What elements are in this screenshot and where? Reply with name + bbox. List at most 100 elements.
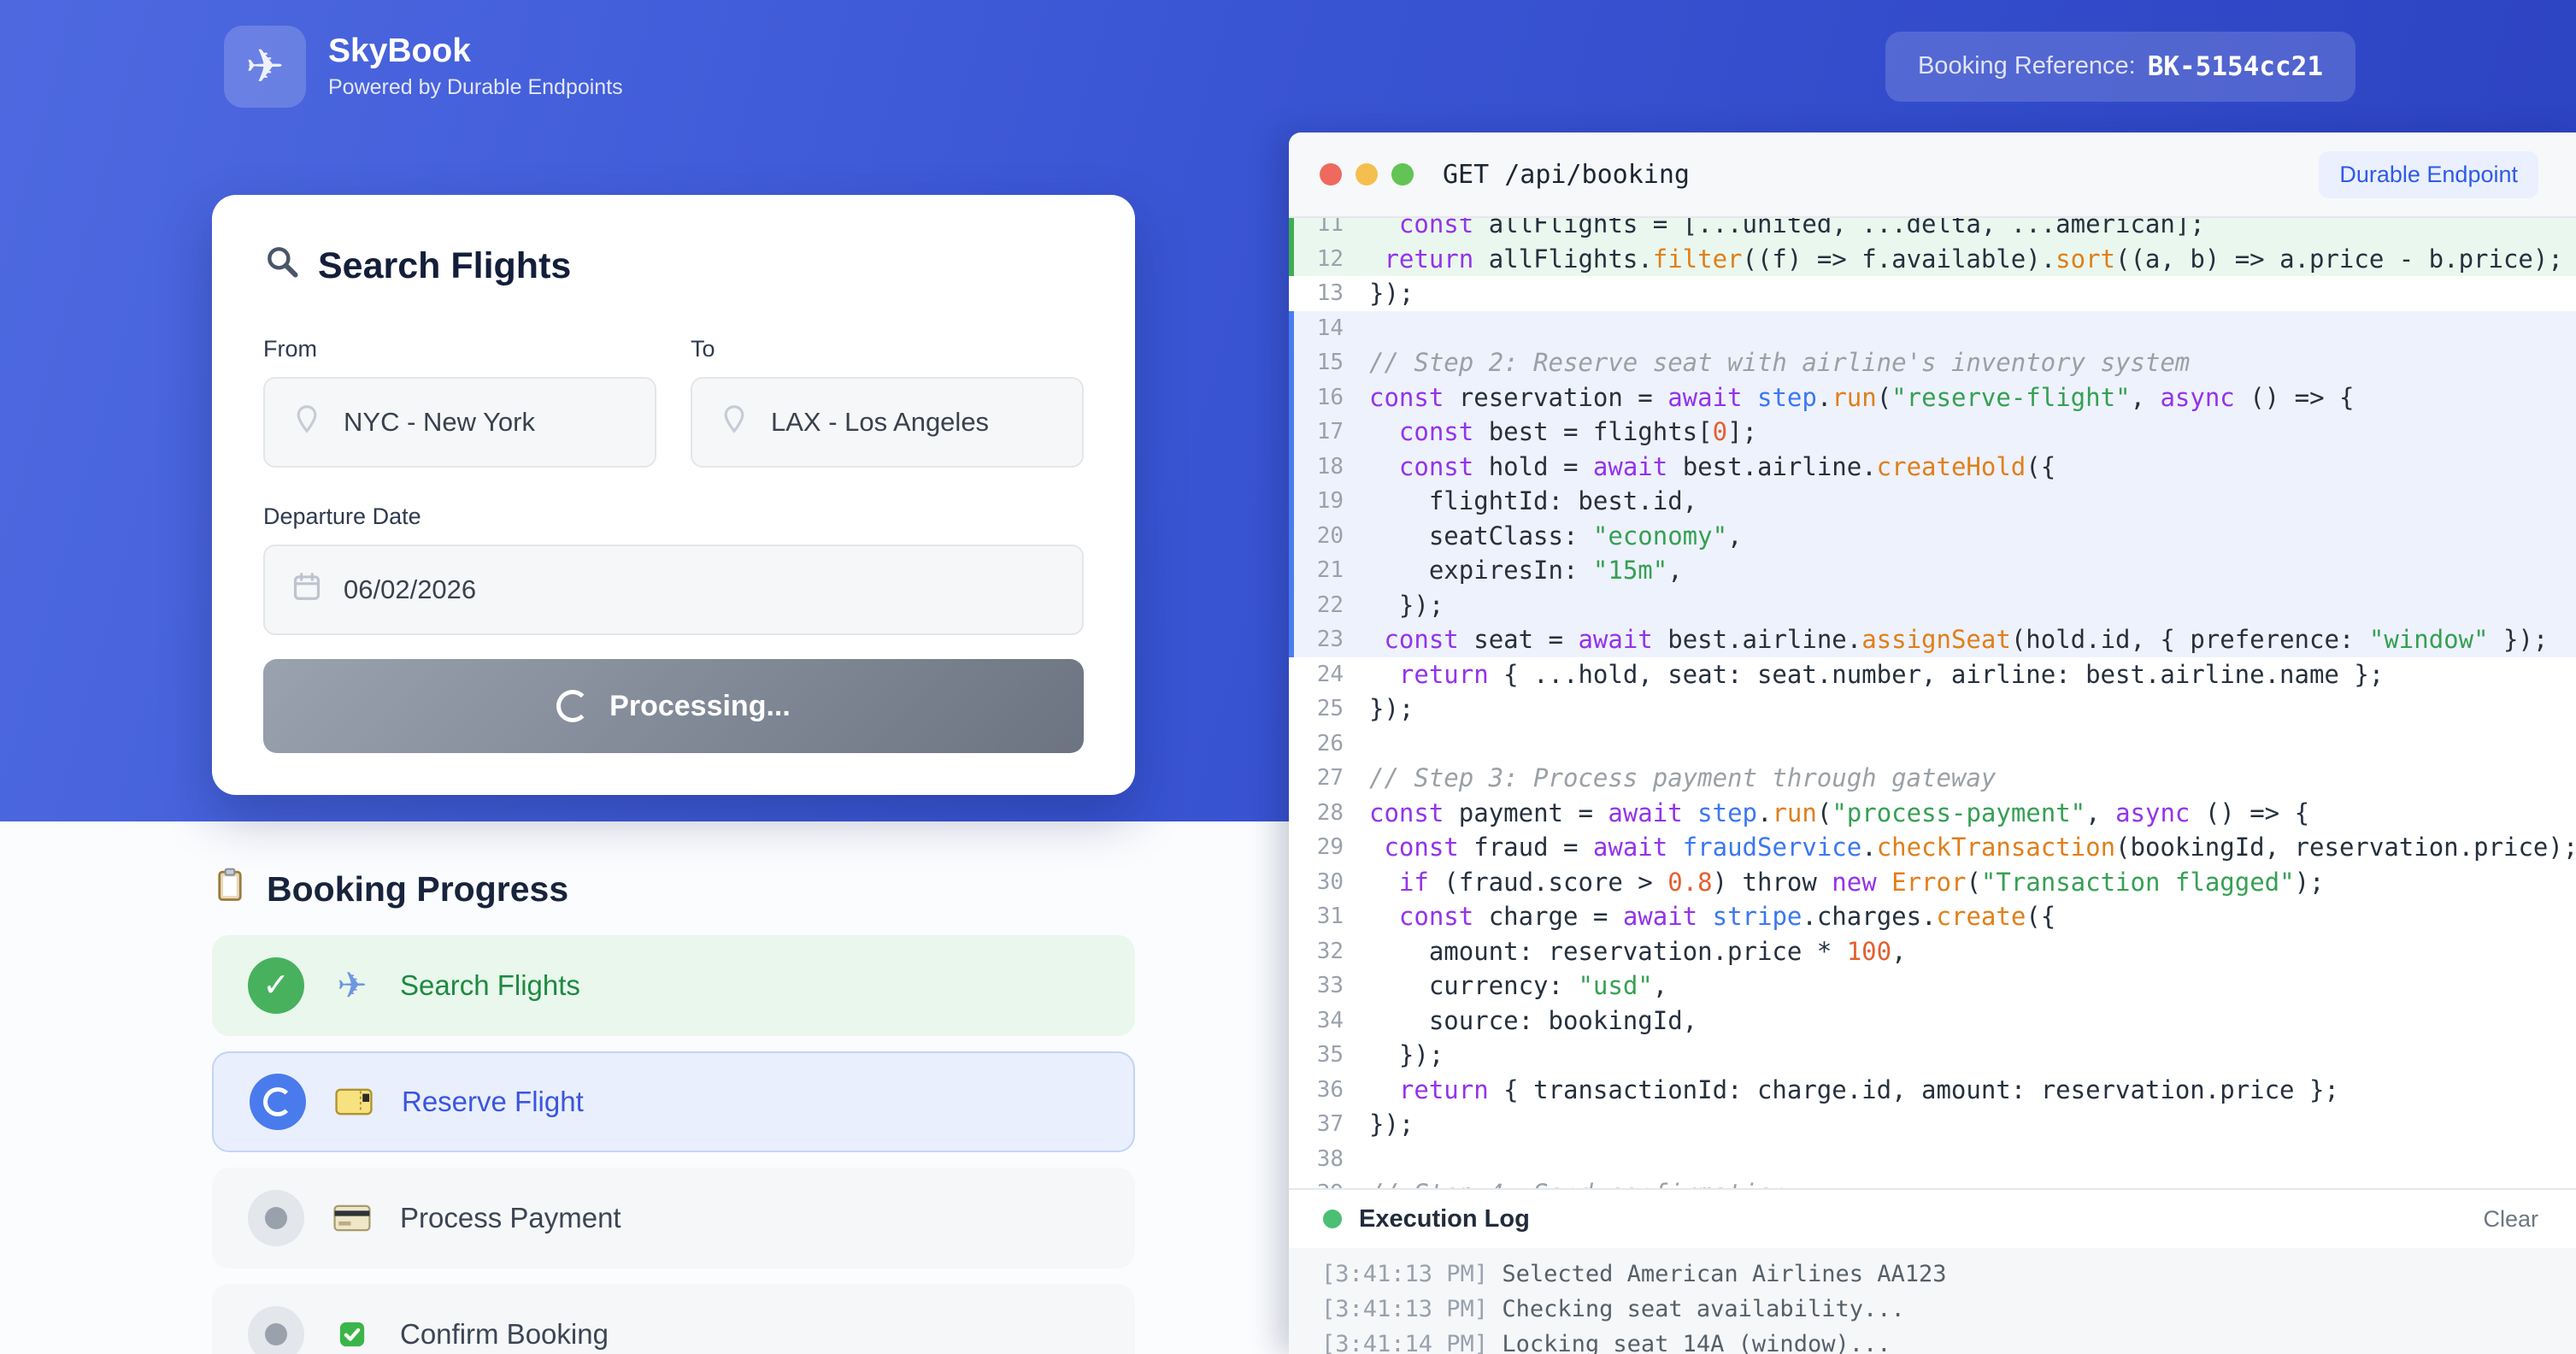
code-line-23: 23 const seat = await best.airline.assig…: [1289, 622, 2576, 657]
location-pin-icon: [718, 403, 750, 442]
departure-date-input[interactable]: 06/02/2026: [263, 545, 1084, 635]
credit-card-icon: [333, 1204, 371, 1233]
progress-step-process-payment[interactable]: Process Payment: [212, 1168, 1135, 1269]
code-line-14: 14: [1289, 311, 2576, 346]
from-label: From: [263, 336, 656, 362]
step-status-done-icon: ✓: [248, 957, 304, 1014]
code-line-28: 28const payment = await step.run("proces…: [1289, 796, 2576, 831]
app-header: ✈ SkyBook Powered by Durable Endpoints B…: [0, 0, 2576, 132]
code-text: const allFlights = [...united, ...delta,…: [1359, 218, 2205, 238]
departure-date-label: Departure Date: [263, 503, 1084, 530]
booking-reference-badge: Booking Reference: BK-5154cc21: [1885, 32, 2355, 102]
line-number: 15: [1289, 350, 1359, 375]
code-line-11: 11 const allFlights = [...united, ...del…: [1289, 218, 2576, 242]
line-number: 13: [1289, 280, 1359, 306]
to-label: To: [691, 336, 1084, 362]
code-viewport[interactable]: 11 const allFlights = [...united, ...del…: [1289, 218, 2576, 1188]
progress-steps-list: ✓ ✈ Search Flights Reserve Flight Process Pa…: [212, 935, 1135, 1354]
code-text: });: [1359, 694, 1414, 723]
line-number: 34: [1289, 1008, 1359, 1033]
code-line-25: 25});: [1289, 692, 2576, 727]
editor-header: GET /api/booking Durable Endpoint: [1289, 132, 2576, 218]
code-line-36: 36 return { transactionId: charge.id, am…: [1289, 1073, 2576, 1108]
code-line-37: 37});: [1289, 1107, 2576, 1142]
departure-date-value: 06/02/2026: [344, 574, 476, 605]
code-line-38: 38: [1289, 1142, 2576, 1177]
code-line-31: 31 const charge = await stripe.charges.c…: [1289, 899, 2576, 934]
line-number: 17: [1289, 419, 1359, 444]
code-line-19: 19 flightId: best.id,: [1289, 484, 2576, 519]
code-text: });: [1359, 591, 1444, 620]
line-number: 31: [1289, 904, 1359, 929]
code-line-21: 21 expiresIn: "15m",: [1289, 553, 2576, 588]
code-line-15: 15// Step 2: Reserve seat with airline's…: [1289, 345, 2576, 380]
step-label: Reserve Flight: [402, 1086, 584, 1118]
to-value: LAX - Los Angeles: [771, 407, 989, 438]
line-number: 12: [1289, 246, 1359, 272]
code-line-30: 30 if (fraud.score > 0.8) throw new Erro…: [1289, 865, 2576, 900]
progress-step-search-flights[interactable]: ✓ ✈ Search Flights: [212, 935, 1135, 1036]
log-timestamp: [3:41:14 PM]: [1321, 1331, 1502, 1354]
step-status-active-icon: [250, 1074, 306, 1130]
line-number: 25: [1289, 696, 1359, 721]
code-text: const charge = await stripe.charges.crea…: [1359, 902, 2056, 931]
search-icon: [263, 243, 301, 290]
code-text: const best = flights[0];: [1359, 417, 1757, 446]
from-input[interactable]: NYC - New York: [263, 377, 656, 468]
line-number: 26: [1289, 731, 1359, 756]
code-line-17: 17 const best = flights[0];: [1289, 415, 2576, 450]
line-number: 38: [1289, 1146, 1359, 1172]
progress-step-confirm-booking[interactable]: Confirm Booking: [212, 1284, 1135, 1354]
line-number: 33: [1289, 973, 1359, 998]
log-message: Selected American Airlines AA123: [1502, 1261, 1946, 1287]
loading-spinner-icon: [556, 690, 589, 722]
maximize-icon[interactable]: [1391, 163, 1414, 185]
line-number: 18: [1289, 454, 1359, 480]
location-pin-icon: [291, 403, 323, 442]
from-value: NYC - New York: [344, 407, 535, 438]
code-line-34: 34 source: bookingId,: [1289, 1004, 2576, 1039]
line-number: 22: [1289, 592, 1359, 618]
durable-endpoint-badge: Durable Endpoint: [2319, 151, 2538, 198]
app-title: SkyBook: [328, 32, 623, 71]
step-status-pending-icon: [248, 1190, 304, 1246]
execution-log-body[interactable]: [3:41:13 PM] Selected American Airlines …: [1289, 1248, 2576, 1354]
airplane-icon: ✈: [333, 968, 371, 1004]
progress-step-reserve-flight[interactable]: Reserve Flight: [212, 1051, 1135, 1152]
code-text: return { ...hold, seat: seat.number, air…: [1359, 660, 2384, 689]
code-text: seatClass: "economy",: [1359, 521, 1743, 550]
log-message: Locking seat 14A (window)...: [1502, 1331, 1891, 1354]
code-text: const hold = await best.airline.createHo…: [1359, 452, 2056, 481]
code-text: // Step 2: Reserve seat with airline's i…: [1359, 348, 2190, 377]
code-line-35: 35 });: [1289, 1038, 2576, 1073]
minimize-icon[interactable]: [1356, 163, 1378, 185]
app-logo: ✈: [224, 26, 306, 108]
booking-progress-title: Booking Progress: [212, 867, 1135, 911]
code-text: // Step 4: Send confirmation: [1359, 1179, 1787, 1188]
step-label: Search Flights: [400, 969, 580, 1002]
step-label: Confirm Booking: [400, 1318, 609, 1351]
code-line-24: 24 return { ...hold, seat: seat.number, …: [1289, 657, 2576, 692]
code-text: return { transactionId: charge.id, amoun…: [1359, 1075, 2339, 1104]
code-line-18: 18 const hold = await best.airline.creat…: [1289, 450, 2576, 485]
to-input[interactable]: LAX - Los Angeles: [691, 377, 1084, 468]
check-mark-icon: [333, 1320, 371, 1349]
line-number: 14: [1289, 315, 1359, 341]
code-text: if (fraud.score > 0.8) throw new Error("…: [1359, 868, 2325, 897]
code-line-29: 29 const fraud = await fraudService.chec…: [1289, 830, 2576, 865]
line-number: 27: [1289, 765, 1359, 791]
code-text: expiresIn: "15m",: [1359, 556, 1683, 585]
search-submit-button[interactable]: Processing...: [263, 659, 1084, 753]
clear-log-button[interactable]: Clear: [2483, 1206, 2538, 1233]
line-number: 32: [1289, 939, 1359, 964]
log-entry: [3:41:13 PM] Selected American Airlines …: [1321, 1257, 2576, 1292]
code-text: currency: "usd",: [1359, 971, 1667, 1000]
line-number: 19: [1289, 488, 1359, 514]
execution-log-header: Execution Log Clear: [1289, 1188, 2576, 1248]
code-text: const payment = await step.run("process-…: [1359, 798, 2309, 827]
close-icon[interactable]: [1320, 163, 1342, 185]
code-text: return allFlights.filter((f) => f.availa…: [1359, 244, 2563, 274]
step-label: Process Payment: [400, 1202, 621, 1234]
line-number: 36: [1289, 1077, 1359, 1103]
log-timestamp: [3:41:13 PM]: [1321, 1261, 1502, 1287]
